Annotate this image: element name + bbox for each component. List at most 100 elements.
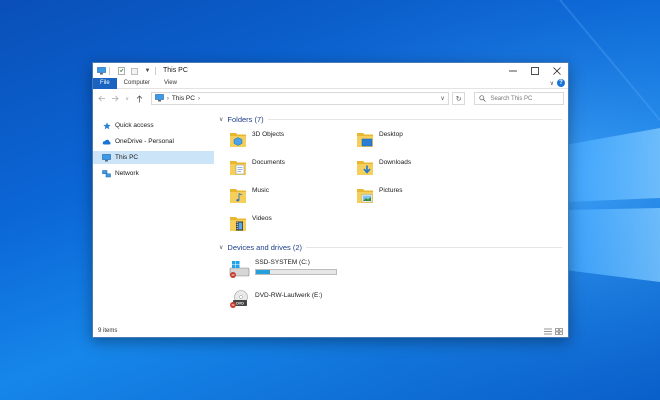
folder-label: Documents [252,159,285,166]
address-dropdown-icon[interactable]: ∨ [440,95,444,102]
drives-heading: Devices and drives (2) [227,242,303,252]
folder-label: Downloads [379,159,412,166]
computer-icon [102,153,111,162]
minimize-icon [509,70,517,71]
sidebar-item-quick-access[interactable]: Quick access [93,119,214,132]
section-divider [306,246,562,248]
back-arrow-icon [98,95,105,102]
details-view-button[interactable] [544,328,552,335]
help-icon[interactable]: ? [557,79,565,87]
network-icon [102,169,111,178]
videos-folder-icon [229,213,247,233]
documents-folder-icon [229,157,247,177]
folders-heading: Folders (7) [227,114,264,124]
music-folder-icon [229,185,247,205]
breadcrumb-this-pc[interactable]: This PC [172,95,195,102]
folder-item-3d-objects[interactable]: 3D Objects [229,129,356,151]
cloud-icon [102,138,111,146]
folder-item-music[interactable]: Music [229,185,356,207]
tab-computer[interactable]: Computer [117,78,157,89]
folder-label: Pictures [379,187,403,194]
new-folder-icon[interactable] [130,67,139,75]
folder-label: Desktop [379,131,403,138]
drives-section-header[interactable]: ∨ Devices and drives (2) [219,241,568,253]
desktop-folder-icon [356,129,374,149]
refresh-button[interactable]: ↻ [451,92,466,105]
sidebar-item-label: This PC [115,154,139,161]
separator [155,66,156,75]
drive-usage-fill [256,270,271,274]
computer-icon [155,93,164,104]
content-area: Quick access OneDrive - Personal This PC… [93,108,568,327]
folders-section-header[interactable]: ∨ Folders (7) [219,113,568,125]
refresh-icon: ↻ [455,95,462,103]
folder-label: 3D Objects [252,131,285,138]
ribbon-tabs: File Computer View ∨ ? [93,77,568,89]
sidebar-item-onedrive[interactable]: OneDrive - Personal [93,135,214,148]
breadcrumb-chevron-icon[interactable]: › [198,96,200,102]
close-button[interactable] [546,63,568,78]
customize-quick-access-icon[interactable]: ▼ [143,67,152,75]
computer-icon [97,66,106,75]
chevron-down-icon[interactable]: ∨ [219,244,223,251]
search-input[interactable]: Search This PC [474,92,564,105]
folder-item-videos[interactable]: Videos [229,213,356,235]
search-icon [479,95,487,102]
sidebar-item-network[interactable]: Network [93,167,214,180]
drive-item-e[interactable]: DVD DVD-RW-Laufwerk (E:) [219,289,568,311]
breadcrumb-chevron-icon[interactable]: › [167,96,169,102]
up-arrow-icon [137,94,143,102]
separator [109,66,110,75]
ribbon-right: ∨ ? [550,79,568,87]
file-explorer-window: ▼ This PC File Computer View ∨ ? ∨ › Thi… [92,62,569,338]
back-button[interactable] [97,94,107,104]
properties-icon[interactable] [117,66,126,75]
up-button[interactable] [135,94,145,104]
sidebar-item-label: Network [115,170,139,177]
3d-objects-folder-icon [229,129,247,149]
tab-view[interactable]: View [157,78,184,89]
maximize-button[interactable] [524,63,546,78]
folder-label: Videos [252,215,272,222]
recent-locations-button[interactable]: ∨ [122,94,132,104]
downloads-folder-icon [356,157,374,177]
folder-item-documents[interactable]: Documents [229,157,356,179]
item-count: 9 items [98,328,118,334]
drive-item-c[interactable]: SSD-SYSTEM (C:) [219,259,568,281]
large-icons-view-button[interactable] [555,327,563,335]
forward-button[interactable] [110,94,120,104]
dvd-drive-icon: DVD [229,289,250,309]
folder-item-pictures[interactable]: Pictures [356,185,483,207]
sidebar-item-label: OneDrive - Personal [115,138,174,145]
sidebar-item-label: Quick access [115,122,154,129]
minimize-button[interactable] [502,63,524,78]
chevron-down-icon[interactable]: ∨ [219,116,223,123]
search-placeholder: Search This PC [490,95,533,102]
folder-item-desktop[interactable]: Desktop [356,129,483,151]
view-toggles [544,327,568,335]
large-icons-view-icon [555,327,563,335]
navigation-pane: Quick access OneDrive - Personal This PC… [93,108,214,327]
window-controls [502,63,568,78]
sidebar-item-this-pc[interactable]: This PC [93,151,214,164]
close-icon [553,66,561,75]
drive-label: DVD-RW-Laufwerk (E:) [255,292,323,299]
address-bar[interactable]: › This PC › ∨ [150,92,449,105]
hard-drive-icon [229,259,250,279]
title-bar: ▼ This PC [93,63,568,78]
forward-arrow-icon [111,95,119,102]
tab-file[interactable]: File [93,77,117,89]
main-pane: ∨ Folders (7) 3D Objects Desktop Documen… [214,108,568,327]
folder-item-downloads[interactable]: Downloads [356,157,483,179]
drive-usage-bar [255,269,337,275]
section-divider [267,118,562,120]
expand-ribbon-icon[interactable]: ∨ [550,80,554,87]
address-row: ∨ › This PC › ∨ ↻ Search This PC [93,89,568,108]
folders-grid: 3D Objects Desktop Documents Downloads M… [219,129,568,235]
drive-label: SSD-SYSTEM (C:) [255,259,310,266]
details-view-icon [544,328,552,334]
status-bar: 9 items [93,325,568,337]
svg-text:DVD: DVD [236,302,244,306]
star-icon [102,121,111,130]
drive-info: DVD-RW-Laufwerk (E:) [255,289,322,299]
